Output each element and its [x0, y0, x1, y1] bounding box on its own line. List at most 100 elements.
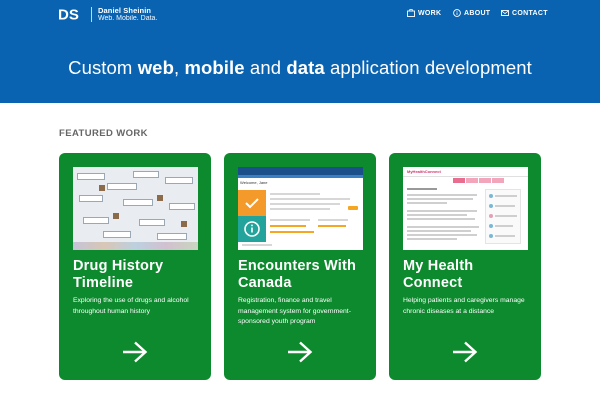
text-line	[270, 193, 320, 195]
project-thumbnail: MyHealthConnect	[403, 167, 528, 250]
timeline-image	[113, 213, 119, 219]
timeline-event	[123, 199, 153, 206]
status-dot	[489, 224, 493, 228]
timeline-event	[103, 231, 131, 238]
card-description: Helping patients and caregivers manage c…	[403, 297, 525, 315]
app-logo-text: MyHealthConnect	[407, 169, 441, 174]
project-card-encounters[interactable]: Welcome, Jane Encounters With Canada Reg…	[224, 153, 376, 380]
text-line	[270, 219, 310, 221]
logo-divider	[91, 7, 92, 22]
card-title: My Health Connect	[403, 258, 474, 291]
timeline-event	[83, 217, 109, 224]
timeline-event	[139, 219, 165, 226]
project-card-drug-history[interactable]: Drug History Timeline Exploring the use …	[59, 153, 211, 380]
timeline-event	[157, 233, 187, 240]
arrow-right-icon[interactable]	[287, 341, 313, 363]
app-header-bar	[238, 167, 363, 175]
action-button	[348, 206, 358, 210]
registration-tile	[238, 190, 266, 216]
text-line	[495, 235, 515, 237]
app-tab	[492, 178, 504, 183]
ds-logo[interactable]: DS	[58, 6, 84, 23]
app-tab	[453, 178, 465, 183]
check-icon	[245, 198, 259, 209]
hero-text-2: ,	[173, 57, 185, 78]
text-line	[407, 226, 479, 228]
app-tab	[466, 178, 478, 183]
envelope-icon	[501, 10, 509, 16]
welcome-text: Welcome, Jane	[240, 180, 268, 185]
hero-header: DS Daniel Sheinin Web. Mobile. Data. WOR…	[0, 0, 600, 103]
brand-tagline: Web. Mobile. Data.	[98, 14, 158, 22]
info-circle-icon	[244, 221, 260, 237]
timeline-event	[165, 177, 193, 184]
text-line	[318, 219, 348, 221]
project-thumbnail: Welcome, Jane	[238, 167, 363, 250]
info-tile	[238, 216, 266, 242]
text-line	[270, 231, 314, 233]
nav-about-label: ABOUT	[464, 9, 491, 17]
hero-bold-data: data	[286, 57, 325, 78]
app-nav-bar	[238, 175, 363, 178]
featured-work-heading: FEATURED WORK	[59, 128, 148, 139]
nav-work-label: WORK	[418, 9, 442, 17]
text-line	[407, 234, 477, 236]
text-line	[407, 218, 475, 220]
logo-text: DS	[58, 7, 79, 23]
arrow-right-icon[interactable]	[122, 341, 148, 363]
card-title: Encounters With Canada	[238, 258, 357, 291]
hero-bold-web: web	[137, 57, 174, 78]
text-line	[407, 210, 477, 212]
timeline-event	[169, 203, 195, 210]
status-dot	[489, 204, 493, 208]
text-line	[407, 230, 471, 232]
timeline-image	[157, 195, 163, 201]
text-line	[495, 195, 517, 197]
text-line	[495, 225, 513, 227]
text-line	[407, 188, 437, 190]
hero-text-1: Custom	[68, 57, 138, 78]
project-card-my-health-connect[interactable]: MyHealthConnect My Health Connect Helpin…	[389, 153, 541, 380]
timeline-event	[133, 171, 159, 178]
nav-work-link[interactable]: WORK	[407, 9, 441, 17]
nav-about-link[interactable]: ABOUT	[453, 9, 490, 17]
timeline-image	[99, 185, 105, 191]
info-icon	[453, 9, 461, 17]
hero-text-3: and	[244, 57, 287, 78]
text-line	[270, 203, 340, 205]
text-line	[270, 198, 350, 200]
nav-contact-link[interactable]: CONTACT	[501, 9, 548, 17]
hero-bold-mobile: mobile	[184, 57, 245, 78]
side-panel	[485, 189, 521, 244]
timeline-event	[77, 173, 105, 180]
project-thumbnail	[73, 167, 198, 250]
text-line	[270, 225, 306, 227]
card-title: Drug History Timeline	[73, 258, 164, 291]
text-line	[407, 238, 457, 240]
text-line	[318, 225, 346, 227]
card-description: Registration, finance and travel managem…	[238, 297, 351, 325]
text-line	[495, 205, 515, 207]
text-line	[495, 215, 517, 217]
arrow-right-icon[interactable]	[452, 341, 478, 363]
hero-title: Custom web, mobile and data application …	[0, 57, 600, 79]
top-bar: DS Daniel Sheinin Web. Mobile. Data. WOR…	[0, 0, 600, 28]
status-dot	[489, 194, 493, 198]
text-line	[407, 198, 473, 200]
text-line	[242, 244, 272, 246]
text-line	[407, 214, 467, 216]
text-line	[407, 194, 477, 196]
timeline-event	[79, 195, 103, 202]
status-dot	[489, 234, 493, 238]
timeline-event	[107, 183, 137, 190]
text-line	[407, 202, 447, 204]
status-dot	[489, 214, 493, 218]
text-line	[270, 208, 330, 210]
app-tab	[479, 178, 491, 183]
hero-text-4: application development	[324, 57, 532, 78]
timeline-image	[181, 221, 187, 227]
nav-contact-label: CONTACT	[512, 9, 548, 17]
briefcase-icon	[407, 9, 415, 17]
card-description: Exploring the use of drugs and alcohol t…	[73, 297, 189, 315]
timeline-axis	[73, 242, 198, 250]
